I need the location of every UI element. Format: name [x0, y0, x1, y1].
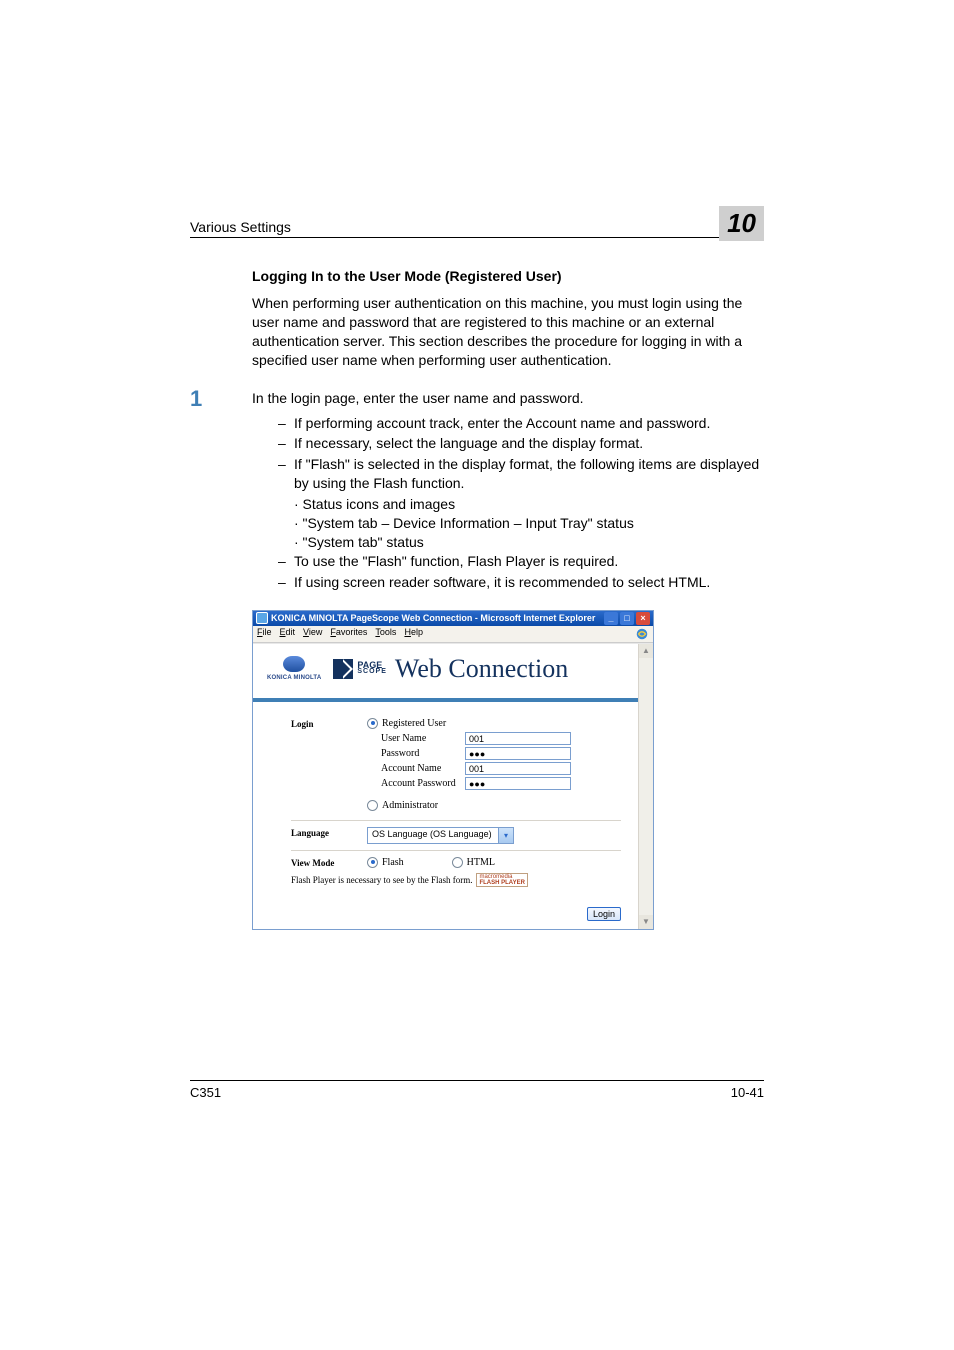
user-name-label: User Name — [381, 733, 465, 744]
titlebar: KONICA MINOLTA PageScope Web Connection … — [253, 611, 653, 626]
login-button[interactable]: Login — [587, 907, 621, 921]
pagescope-mark-icon — [333, 659, 353, 679]
footer-left: C351 — [190, 1085, 221, 1100]
menu-view[interactable]: View — [303, 627, 322, 641]
password-label: Password — [381, 748, 465, 759]
viewmode-section-label: View Mode — [291, 857, 367, 868]
menu-edit[interactable]: Edit — [280, 627, 296, 641]
chevron-down-icon: ▾ — [498, 828, 513, 843]
banner: KONICA MINOLTA PAGE SCOPE Web Connection — [253, 644, 639, 702]
dot-sub: · Status icons and images — [278, 495, 764, 514]
konica-minolta-logo: KONICA MINOLTA — [267, 656, 321, 681]
user-name-input[interactable]: 001 — [465, 732, 571, 745]
flash-note-text: Flash Player is necessary to see by the … — [291, 875, 472, 885]
account-password-label: Account Password — [381, 778, 465, 789]
chapter-number: 10 — [719, 206, 764, 241]
menu-help[interactable]: Help — [404, 627, 423, 641]
pagescope-logo: PAGE SCOPE Web Connection — [333, 654, 568, 684]
radio-flash[interactable] — [367, 857, 378, 868]
konica-minolta-mark-icon — [283, 656, 305, 672]
web-connection-title: Web Connection — [395, 654, 568, 684]
language-select-value: OS Language (OS Language) — [368, 828, 498, 843]
ie-logo-icon — [635, 627, 649, 641]
menu-favorites[interactable]: Favorites — [330, 627, 367, 641]
window-icon — [256, 612, 268, 624]
radio-administrator[interactable] — [367, 800, 378, 811]
scroll-up-icon[interactable]: ▲ — [639, 644, 653, 658]
maximize-button[interactable]: □ — [620, 612, 634, 625]
dot-sub: · "System tab" status — [278, 533, 764, 552]
dash-item: If performing account track, enter the A… — [278, 414, 764, 433]
login-section-label: Login — [291, 718, 367, 729]
dash-item: If "Flash" is selected in the display fo… — [278, 455, 764, 493]
account-name-label: Account Name — [381, 763, 465, 774]
footer-right: 10-41 — [731, 1085, 764, 1100]
radio-administrator-label: Administrator — [382, 800, 438, 811]
dash-item: If necessary, select the language and th… — [278, 434, 764, 453]
radio-registered-user[interactable] — [367, 718, 378, 729]
browser-window: KONICA MINOLTA PageScope Web Connection … — [252, 610, 654, 930]
close-button[interactable]: × — [636, 612, 650, 625]
scroll-down-icon[interactable]: ▼ — [639, 915, 653, 929]
pagescope-text-bottom: SCOPE — [357, 669, 387, 675]
page-footer: C351 10-41 — [190, 1080, 764, 1100]
step-number: 1 — [190, 386, 252, 412]
menu-tools[interactable]: Tools — [375, 627, 396, 641]
scrollbar[interactable]: ▲ — [638, 644, 653, 929]
language-section-label: Language — [291, 827, 367, 838]
menubar: File Edit View Favorites Tools Help — [253, 626, 653, 643]
account-name-input[interactable]: 001 — [465, 762, 571, 775]
step-1: 1 In the login page, enter the user name… — [190, 386, 764, 594]
header-title: Various Settings — [190, 219, 291, 235]
section-intro: When performing user authentication on t… — [252, 294, 764, 370]
step-text: In the login page, enter the user name a… — [252, 390, 764, 406]
dash-item: To use the "Flash" function, Flash Playe… — [278, 552, 764, 571]
language-select[interactable]: OS Language (OS Language) ▾ — [367, 827, 514, 844]
radio-registered-user-label: Registered User — [382, 718, 446, 729]
menu-file[interactable]: File — [257, 627, 272, 641]
dash-item: If using screen reader software, it is r… — [278, 573, 764, 592]
radio-html-label: HTML — [467, 857, 495, 868]
account-password-input[interactable]: ●●● — [465, 777, 571, 790]
section-heading: Logging In to the User Mode (Registered … — [252, 268, 764, 284]
dot-sub: · "System tab – Device Information – Inp… — [278, 514, 764, 533]
password-input[interactable]: ●●● — [465, 747, 571, 760]
minimize-button[interactable]: _ — [604, 612, 618, 625]
radio-flash-label: Flash — [382, 857, 404, 868]
flash-player-badge[interactable]: macromedia FLASH PLAYER — [476, 873, 527, 887]
radio-html[interactable] — [452, 857, 463, 868]
page-header: Various Settings 10 — [190, 200, 764, 238]
konica-minolta-text: KONICA MINOLTA — [267, 675, 321, 681]
window-title: KONICA MINOLTA PageScope Web Connection … — [271, 613, 595, 623]
